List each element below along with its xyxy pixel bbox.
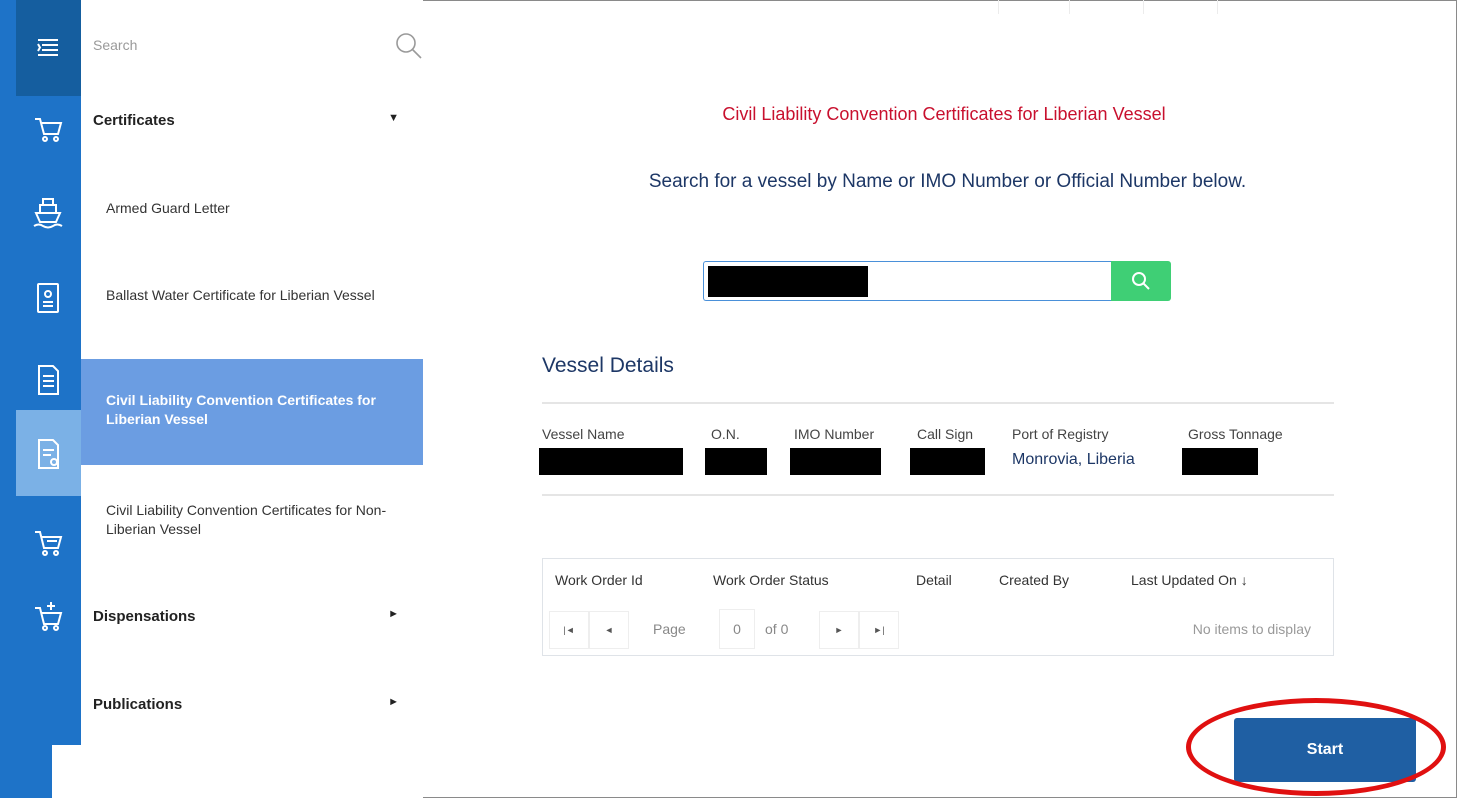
grid-pager: |◄ ◄ Page 0 of 0 ► ►| No items to displa…	[543, 603, 1333, 655]
col-port-of-registry: Port of Registry	[1012, 426, 1109, 442]
divider	[1143, 0, 1144, 14]
redacted-imo-number	[790, 448, 881, 475]
search-icon	[1132, 272, 1150, 290]
search-icon[interactable]	[393, 30, 425, 62]
col-call-sign: Call Sign	[917, 426, 974, 442]
page-title: Civil Liability Convention Certificates …	[722, 104, 1166, 124]
grid-header-work-order-status[interactable]: Work Order Status	[713, 572, 829, 588]
work-order-grid: Work Order Id Work Order Status Detail C…	[542, 558, 1334, 656]
document-edit-icon[interactable]	[30, 436, 66, 472]
prev-page-icon[interactable]: ◄	[589, 611, 629, 649]
col-on: O.N.	[711, 426, 740, 442]
ship-icon[interactable]	[30, 194, 66, 230]
page-of-label: of 0	[765, 621, 789, 637]
chevron-right-icon: ►	[388, 696, 399, 708]
page-number-input[interactable]: 0	[719, 609, 755, 649]
grid-header: Work Order Id Work Order Status Detail C…	[543, 559, 1333, 604]
nav-section-publications[interactable]: Publications ►	[93, 696, 413, 713]
port-of-registry-value: Monrovia, Liberia	[1012, 451, 1135, 468]
vessel-search-button[interactable]	[1111, 261, 1171, 301]
cart-add-icon[interactable]	[30, 598, 66, 634]
nav-section-certificates[interactable]: Certificates ▼	[93, 112, 413, 129]
nav-search	[93, 28, 423, 66]
nav-item-label: Civil Liability Convention Certificates …	[106, 392, 376, 427]
chevron-down-icon: ▼	[388, 112, 399, 124]
col-imo-number: IMO Number	[794, 426, 875, 442]
basket-icon[interactable]	[30, 524, 66, 560]
nav-item-clc-liberian[interactable]: Civil Liability Convention Certificates …	[81, 359, 423, 465]
divider	[542, 402, 1334, 404]
redacted-value	[708, 266, 868, 297]
redacted-vessel-name	[539, 448, 683, 475]
divider	[1069, 0, 1070, 14]
divider	[998, 0, 999, 14]
menu-icon[interactable]	[30, 30, 66, 66]
left-nav: Certificates ▼ Armed Guard Letter Ballas…	[81, 0, 423, 798]
nav-item-armed-guard-letter[interactable]: Armed Guard Letter	[81, 199, 423, 218]
rail-bottom	[52, 745, 81, 798]
grid-header-last-updated-on[interactable]: Last Updated On ↓	[1131, 572, 1248, 588]
nav-item-label: Civil Liability Convention Certificates …	[106, 502, 387, 537]
grid-header-created-by[interactable]: Created By	[999, 572, 1069, 588]
chevron-right-icon: ►	[388, 608, 399, 620]
nav-section-label: Publications	[93, 696, 183, 713]
search-instructions: Search for a vessel by Name or IMO Numbe…	[648, 171, 1247, 192]
redacted-on	[705, 448, 767, 475]
redacted-call-sign	[910, 448, 985, 475]
divider	[542, 494, 1334, 496]
vessel-details-title: Vessel Details	[542, 354, 674, 377]
certificate-icon[interactable]	[30, 280, 66, 316]
redacted-gross-tonnage	[1182, 448, 1258, 475]
empty-message: No items to display	[1192, 621, 1311, 637]
nav-item-ballast-water[interactable]: Ballast Water Certificate for Liberian V…	[81, 286, 423, 305]
grid-header-work-order-id[interactable]: Work Order Id	[555, 572, 643, 588]
nav-item-clc-non-liberian[interactable]: Civil Liability Convention Certificates …	[81, 501, 423, 539]
page-label: Page	[653, 621, 686, 637]
last-page-icon[interactable]: ►|	[859, 611, 899, 649]
cart-icon[interactable]	[30, 110, 66, 146]
first-page-icon[interactable]: |◄	[549, 611, 589, 649]
next-page-icon[interactable]: ►	[819, 611, 859, 649]
nav-search-input[interactable]	[93, 28, 373, 62]
nav-section-label: Certificates	[93, 112, 175, 129]
document-icon[interactable]	[30, 362, 66, 398]
nav-section-label: Dispensations	[93, 608, 196, 625]
nav-section-dispensations[interactable]: Dispensations ►	[93, 608, 413, 625]
divider	[1217, 0, 1218, 14]
rail-strip	[0, 0, 16, 798]
grid-header-detail[interactable]: Detail	[916, 572, 952, 588]
vessel-search-input[interactable]	[703, 261, 1111, 301]
nav-item-label: Ballast Water Certificate for Liberian V…	[106, 287, 375, 303]
col-gross-tonnage: Gross Tonnage	[1188, 426, 1283, 442]
col-vessel-name: Vessel Name	[542, 426, 625, 442]
nav-item-label: Armed Guard Letter	[106, 200, 230, 216]
icon-rail	[0, 0, 81, 798]
start-button[interactable]: Start	[1234, 718, 1416, 782]
